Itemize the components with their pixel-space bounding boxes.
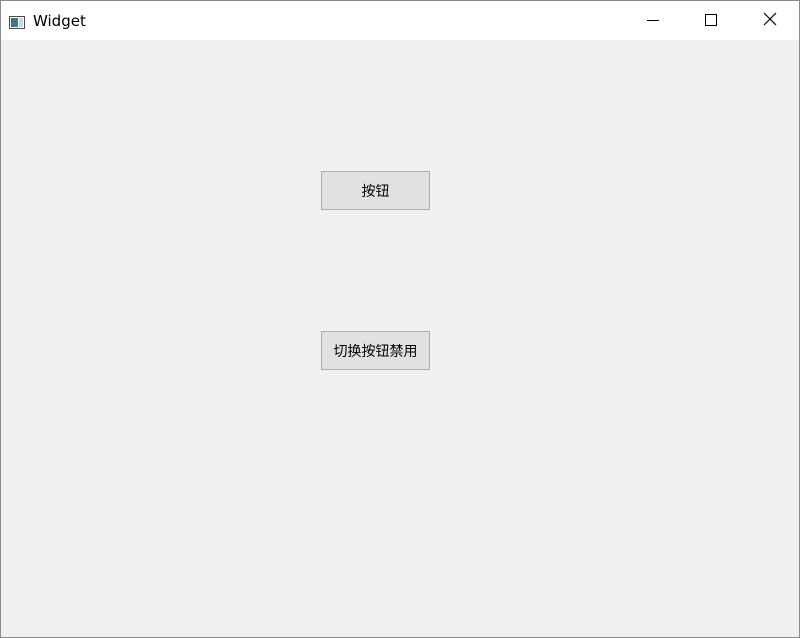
minimize-button[interactable] <box>624 1 682 40</box>
close-button[interactable] <box>741 1 799 40</box>
client-area: 按钮 切换按钮禁用 <box>1 40 799 637</box>
window-title: Widget <box>33 12 86 30</box>
close-icon <box>763 11 777 30</box>
maximize-icon <box>705 11 717 30</box>
app-window-icon <box>9 14 25 29</box>
toggle-disable-button[interactable]: 切换按钮禁用 <box>321 331 430 370</box>
primary-button[interactable]: 按钮 <box>321 171 430 210</box>
minimize-icon <box>647 11 659 30</box>
maximize-button[interactable] <box>682 1 740 40</box>
app-window: Widget 按钮 切换按钮禁用 <box>0 0 800 638</box>
title-bar[interactable]: Widget <box>1 1 799 40</box>
